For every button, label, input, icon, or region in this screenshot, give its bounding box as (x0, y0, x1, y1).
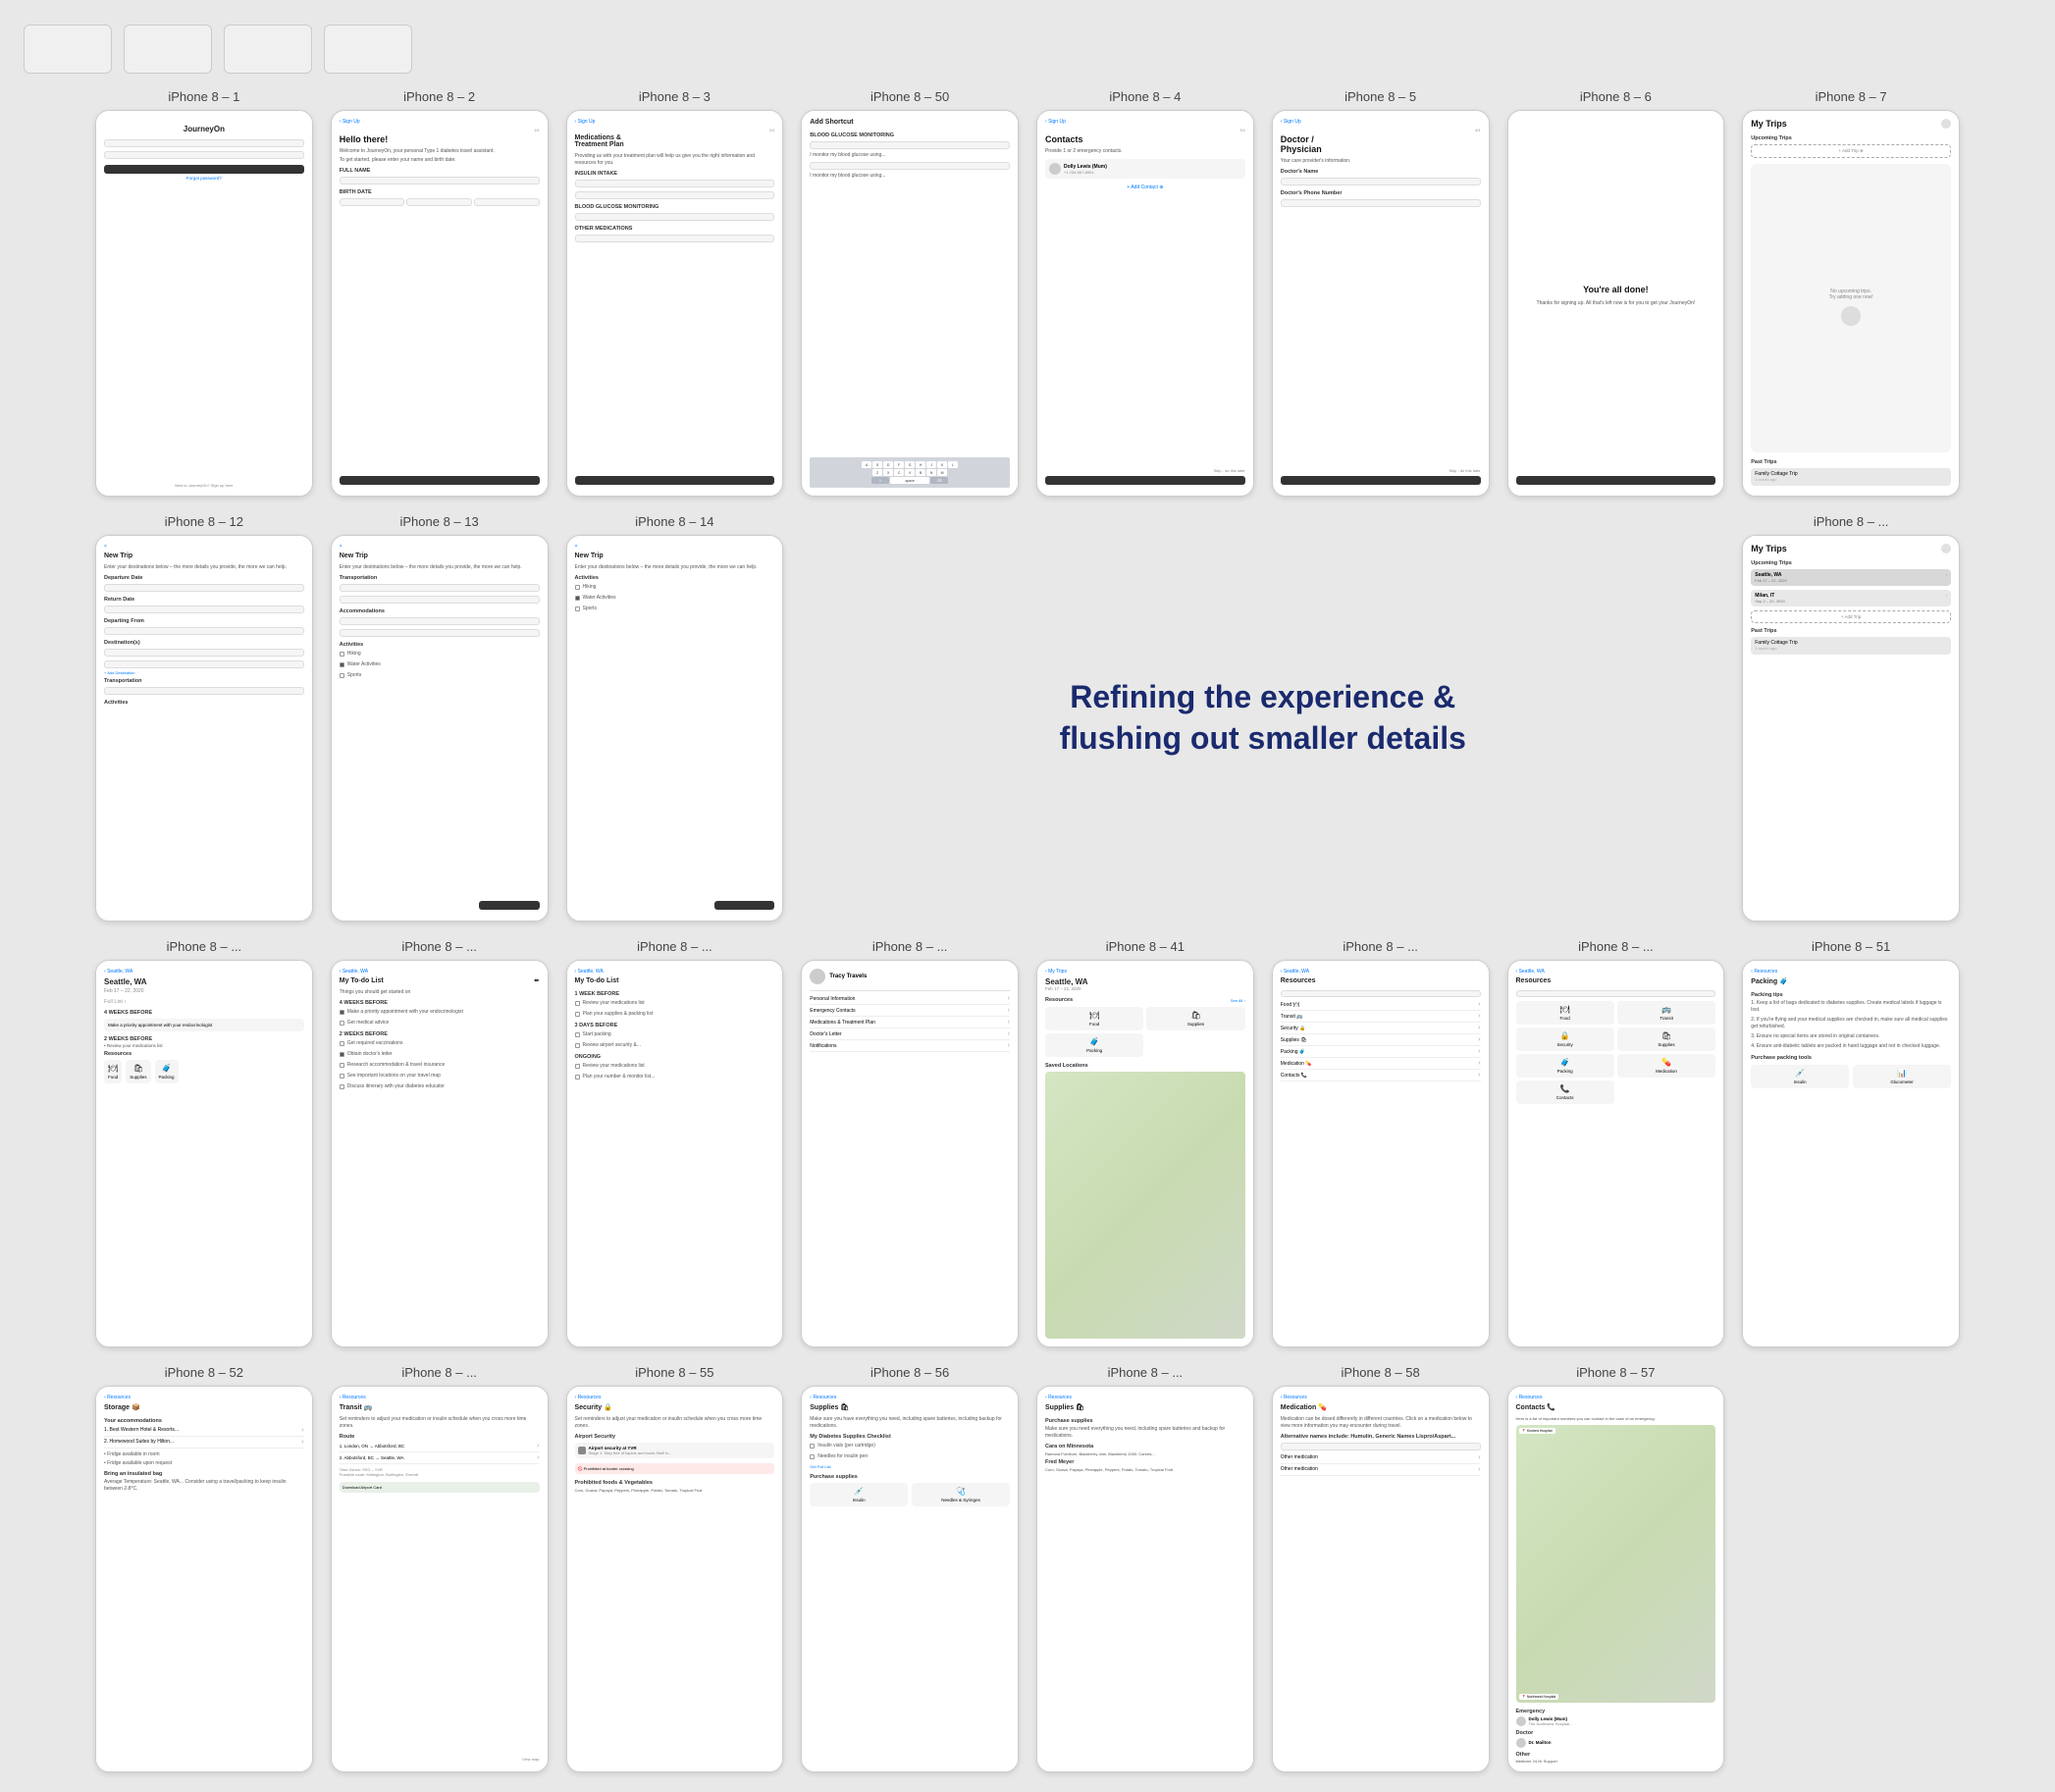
refining-text: Refining the experience & flushing out s… (1060, 677, 1466, 759)
phone-label-8-5: iPhone 8 – 5 (1344, 89, 1416, 104)
phone-frame-8-5: Sign Up 4/4 Doctor /Physician Your care … (1272, 110, 1490, 497)
phone-item-8-12: iPhone 8 – 12 × New Trip Enter your dest… (95, 514, 313, 922)
phone-item-8-7: iPhone 8 – 7 My Trips Upcoming Trips + A… (1742, 89, 1960, 497)
phone-frame-8-4: Sign Up 3/4 Contacts Provide 1 or 2 emer… (1036, 110, 1254, 497)
phone-item-8-55: iPhone 8 – 55 Resources Security 🔒 Set r… (566, 1365, 784, 1772)
phone-label-8-7: iPhone 8 – 7 (1816, 89, 1887, 104)
phone-frame-supplies-2: Resources Supplies 🛍 Purchase supplies M… (1036, 1386, 1254, 1772)
refining-text-block: Refining the experience & flushing out s… (801, 514, 1724, 922)
phone-item-8-3: iPhone 8 – 3 Sign Up 2/4 Medications &Tr… (566, 89, 784, 497)
phone-label-8-13: iPhone 8 – 13 (400, 514, 479, 529)
phone-label-extra-2: iPhone 8 – ... (167, 939, 242, 954)
phone-frame-extra-5: Tracy Travels Personal Information Emerg… (801, 960, 1019, 1346)
phone-frame-8-13: × New Trip Enter your destinations below… (331, 535, 549, 922)
phone-item-extra-5: iPhone 8 – ... Tracy Travels Personal In… (801, 939, 1019, 1346)
phone-item-8-41: iPhone 8 – 41 My Trips Seattle, WA Feb 1… (1036, 939, 1254, 1346)
main-grid: iPhone 8 – 1 JourneyOn Forgot password? … (95, 89, 1960, 1772)
phone-frame-8-2: Sign Up 1/4 Hello there! Welcome to Jour… (331, 110, 549, 497)
phone-frame-8-51: Resources Packing 🧳 Packing tips 1. Keep… (1742, 960, 1960, 1346)
phone-item-8-57: iPhone 8 – 57 Resources Contacts 📞 Here … (1507, 1365, 1725, 1772)
phone-frame-extra-3: Seattle, WA My To-do List ✏ Things you s… (331, 960, 549, 1346)
phone-item-8-52: iPhone 8 – 52 Resources Storage 📦 Your a… (95, 1365, 313, 1772)
phone-item-8-4: iPhone 8 – 4 Sign Up 3/4 Contacts Provid… (1036, 89, 1254, 497)
phone-frame-8-1: JourneyOn Forgot password? New to Journe… (95, 110, 313, 497)
phone-item-extra-3: iPhone 8 – ... Seattle, WA My To-do List… (331, 939, 549, 1346)
phone-item-extra-2: iPhone 8 – ... Seattle, WA Seattle, WA F… (95, 939, 313, 1346)
phone-label-8-41: iPhone 8 – 41 (1106, 939, 1185, 954)
phone-item-8-51: iPhone 8 – 51 Resources Packing 🧳 Packin… (1742, 939, 1960, 1346)
phone-item-resources-1: iPhone 8 – ... Seattle, WA Resources Foo… (1272, 939, 1490, 1346)
phone-label-8-57: iPhone 8 – 57 (1576, 1365, 1655, 1380)
phone-frame-8-6: You're all done! Thanks for signing up. … (1507, 110, 1725, 497)
phone-item-extra-1: iPhone 8 – ... My Trips Upcoming Trips S… (1742, 514, 1960, 922)
phone-label-8-55: iPhone 8 – 55 (635, 1365, 713, 1380)
phone-label-8-56: iPhone 8 – 56 (870, 1365, 949, 1380)
phone-frame-8-56: Resources Supplies 🛍 Make sure you have … (801, 1386, 1019, 1772)
phone-label-resources-2: iPhone 8 – ... (1578, 939, 1654, 954)
phone-item-supplies-2: iPhone 8 – ... Resources Supplies 🛍 Purc… (1036, 1365, 1254, 1772)
phone-item-8-56: iPhone 8 – 56 Resources Supplies 🛍 Make … (801, 1365, 1019, 1772)
phone-label-8-12: iPhone 8 – 12 (165, 514, 243, 529)
phone-frame-extra-1: My Trips Upcoming Trips Seattle, WA Feb … (1742, 535, 1960, 922)
phone-frame-8-12: × New Trip Enter your destinations below… (95, 535, 313, 922)
phone-item-8-50: iPhone 8 – 50 Add Shortcut BLOOD GLUCOSE… (801, 89, 1019, 497)
phone-frame-8-7: My Trips Upcoming Trips + Add Trip ⊕ No … (1742, 110, 1960, 497)
phone-frame-8-55: Resources Security 🔒 Set reminders to ad… (566, 1386, 784, 1772)
phone-item-8-6: iPhone 8 – 6 You're all done! Thanks for… (1507, 89, 1725, 497)
phone-label-8-2: iPhone 8 – 2 (403, 89, 475, 104)
phone-item-8-58: iPhone 8 – 58 Resources Medication 💊 Med… (1272, 1365, 1490, 1772)
phone-item-8-2: iPhone 8 – 2 Sign Up 1/4 Hello there! We… (331, 89, 549, 497)
phone-item-8-13: iPhone 8 – 13 × New Trip Enter your dest… (331, 514, 549, 922)
phone-frame-8-58: Resources Medication 💊 Medication can be… (1272, 1386, 1490, 1772)
phone-frame-resources-1: Seattle, WA Resources Food 🍽 Transit 🚌 S… (1272, 960, 1490, 1346)
phone-frame-resources-2: Seattle, WA Resources 🍽Food 🚌Transit 🔒Se… (1507, 960, 1725, 1346)
phone-label-extra-5: iPhone 8 – ... (872, 939, 948, 954)
phone-label-8-6: iPhone 8 – 6 (1580, 89, 1652, 104)
phone-frame-extra-4: Seattle, WA My To-do List 1 WEEK BEFORE … (566, 960, 784, 1346)
phone-label-extra-3: iPhone 8 – ... (401, 939, 477, 954)
phone-frame-8-57: Resources Contacts 📞 Here is a list of i… (1507, 1386, 1725, 1772)
phone-frame-8-50: Add Shortcut BLOOD GLUCOSE MONITORING I … (801, 110, 1019, 497)
phone-label-supplies-2: iPhone 8 – ... (1108, 1365, 1184, 1380)
phone-label-transit: iPhone 8 – ... (401, 1365, 477, 1380)
phone-label-8-58: iPhone 8 – 58 (1342, 1365, 1420, 1380)
phone-frame-8-3: Sign Up 2/4 Medications &Treatment Plan … (566, 110, 784, 497)
phone-item-transit: iPhone 8 – ... Resources Transit 🚌 Set r… (331, 1365, 549, 1772)
phone-item-8-1: iPhone 8 – 1 JourneyOn Forgot password? … (95, 89, 313, 497)
phone-label-8-14: iPhone 8 – 14 (635, 514, 713, 529)
phone-item-8-5: iPhone 8 – 5 Sign Up 4/4 Doctor /Physici… (1272, 89, 1490, 497)
phone-label-extra-4: iPhone 8 – ... (637, 939, 712, 954)
phone-label-8-4: iPhone 8 – 4 (1109, 89, 1181, 104)
phone-label-extra-1: iPhone 8 – ... (1814, 514, 1889, 529)
phone-label-8-52: iPhone 8 – 52 (165, 1365, 243, 1380)
phone-label-8-3: iPhone 8 – 3 (639, 89, 711, 104)
phone-label-resources-1: iPhone 8 – ... (1343, 939, 1418, 954)
phone-item-extra-4: iPhone 8 – ... Seattle, WA My To-do List… (566, 939, 784, 1346)
phone-frame-extra-2: Seattle, WA Seattle, WA Feb 17 – 22, 202… (95, 960, 313, 1346)
phone-label-8-51: iPhone 8 – 51 (1812, 939, 1890, 954)
phone-item-8-14: iPhone 8 – 14 × New Trip Enter your dest… (566, 514, 784, 922)
phone-label-8-1: iPhone 8 – 1 (168, 89, 239, 104)
phone-frame-8-14: × New Trip Enter your destinations below… (566, 535, 784, 922)
phone-frame-transit: Resources Transit 🚌 Set reminders to adj… (331, 1386, 549, 1772)
phone-frame-8-52: Resources Storage 📦 Your accommodations … (95, 1386, 313, 1772)
phone-label-8-50: iPhone 8 – 50 (870, 89, 949, 104)
phone-item-resources-2: iPhone 8 – ... Seattle, WA Resources 🍽Fo… (1507, 939, 1725, 1346)
phone-frame-8-41: My Trips Seattle, WA Feb 17 – 22, 2020 R… (1036, 960, 1254, 1346)
